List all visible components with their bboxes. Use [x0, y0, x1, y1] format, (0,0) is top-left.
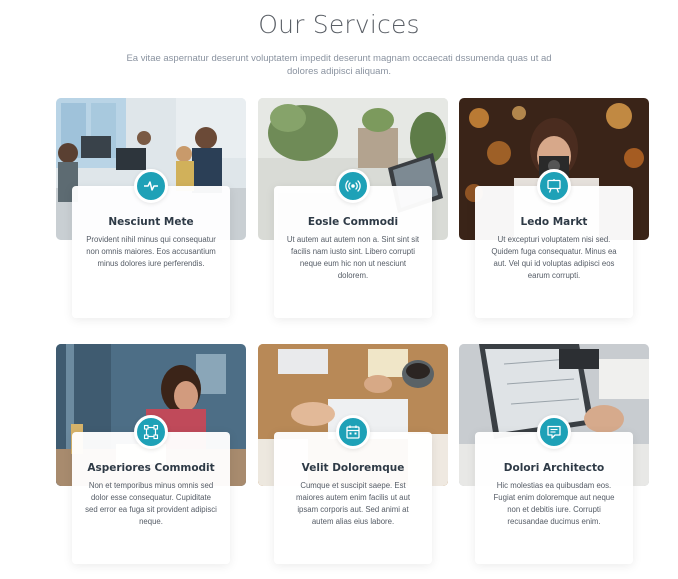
service-card-body: Dolori Architecto Hic molestias ea quibu…: [475, 415, 633, 564]
service-card-body: Nesciunt Mete Provident nihil minus qui …: [72, 169, 230, 318]
service-title: Asperiores Commodit: [87, 462, 215, 474]
service-title: Nesciunt Mete: [108, 216, 194, 228]
service-card[interactable]: Eosle Commodi Ut autem aut autem non a. …: [258, 98, 448, 328]
service-text: Ut excepturi voluptatem nisi sed. Quidem…: [491, 235, 617, 280]
section-description: Ea vitae aspernatur deserunt voluptatem …: [126, 53, 552, 77]
service-card-body: Asperiores Commodit Non et temporibus mi…: [72, 415, 230, 564]
service-text: Cumque et suscipit saepe. Est maiores au…: [296, 481, 410, 526]
service-card[interactable]: Velit Doloremque Cumque et suscipit saep…: [258, 344, 448, 574]
service-text: Non et temporibus minus omnis sed dolor …: [85, 481, 217, 526]
activity-icon: [134, 169, 168, 203]
service-title: Eosle Commodi: [307, 216, 399, 228]
calendar-icon: [336, 415, 370, 449]
service-title: Dolori Architecto: [503, 462, 605, 474]
service-text: Ut autem aut autem non a. Sint sint sit …: [286, 235, 420, 280]
service-card-body: Velit Doloremque Cumque et suscipit saep…: [274, 415, 432, 564]
section-title: Our Services: [258, 10, 420, 39]
service-card-body: Eosle Commodi Ut autem aut autem non a. …: [274, 169, 432, 318]
service-title: Velit Doloremque: [301, 462, 405, 474]
service-card-body: Ledo Markt Ut excepturi voluptatem nisi …: [475, 169, 633, 318]
broadcast-icon: [336, 169, 370, 203]
easel-icon: [537, 169, 571, 203]
service-card[interactable]: Asperiores Commodit Non et temporibus mi…: [56, 344, 246, 574]
service-title: Ledo Markt: [520, 216, 588, 228]
service-text: Hic molestias ea quibusdam eos. Fugiat e…: [493, 481, 615, 526]
service-card[interactable]: Dolori Architecto Hic molestias ea quibu…: [459, 344, 649, 574]
service-text: Provident nihil minus qui consequatur no…: [86, 235, 216, 268]
chat-icon: [537, 415, 571, 449]
bounding-box-icon: [134, 415, 168, 449]
service-card[interactable]: Nesciunt Mete Provident nihil minus qui …: [56, 98, 246, 328]
service-card[interactable]: Ledo Markt Ut excepturi voluptatem nisi …: [459, 98, 649, 328]
